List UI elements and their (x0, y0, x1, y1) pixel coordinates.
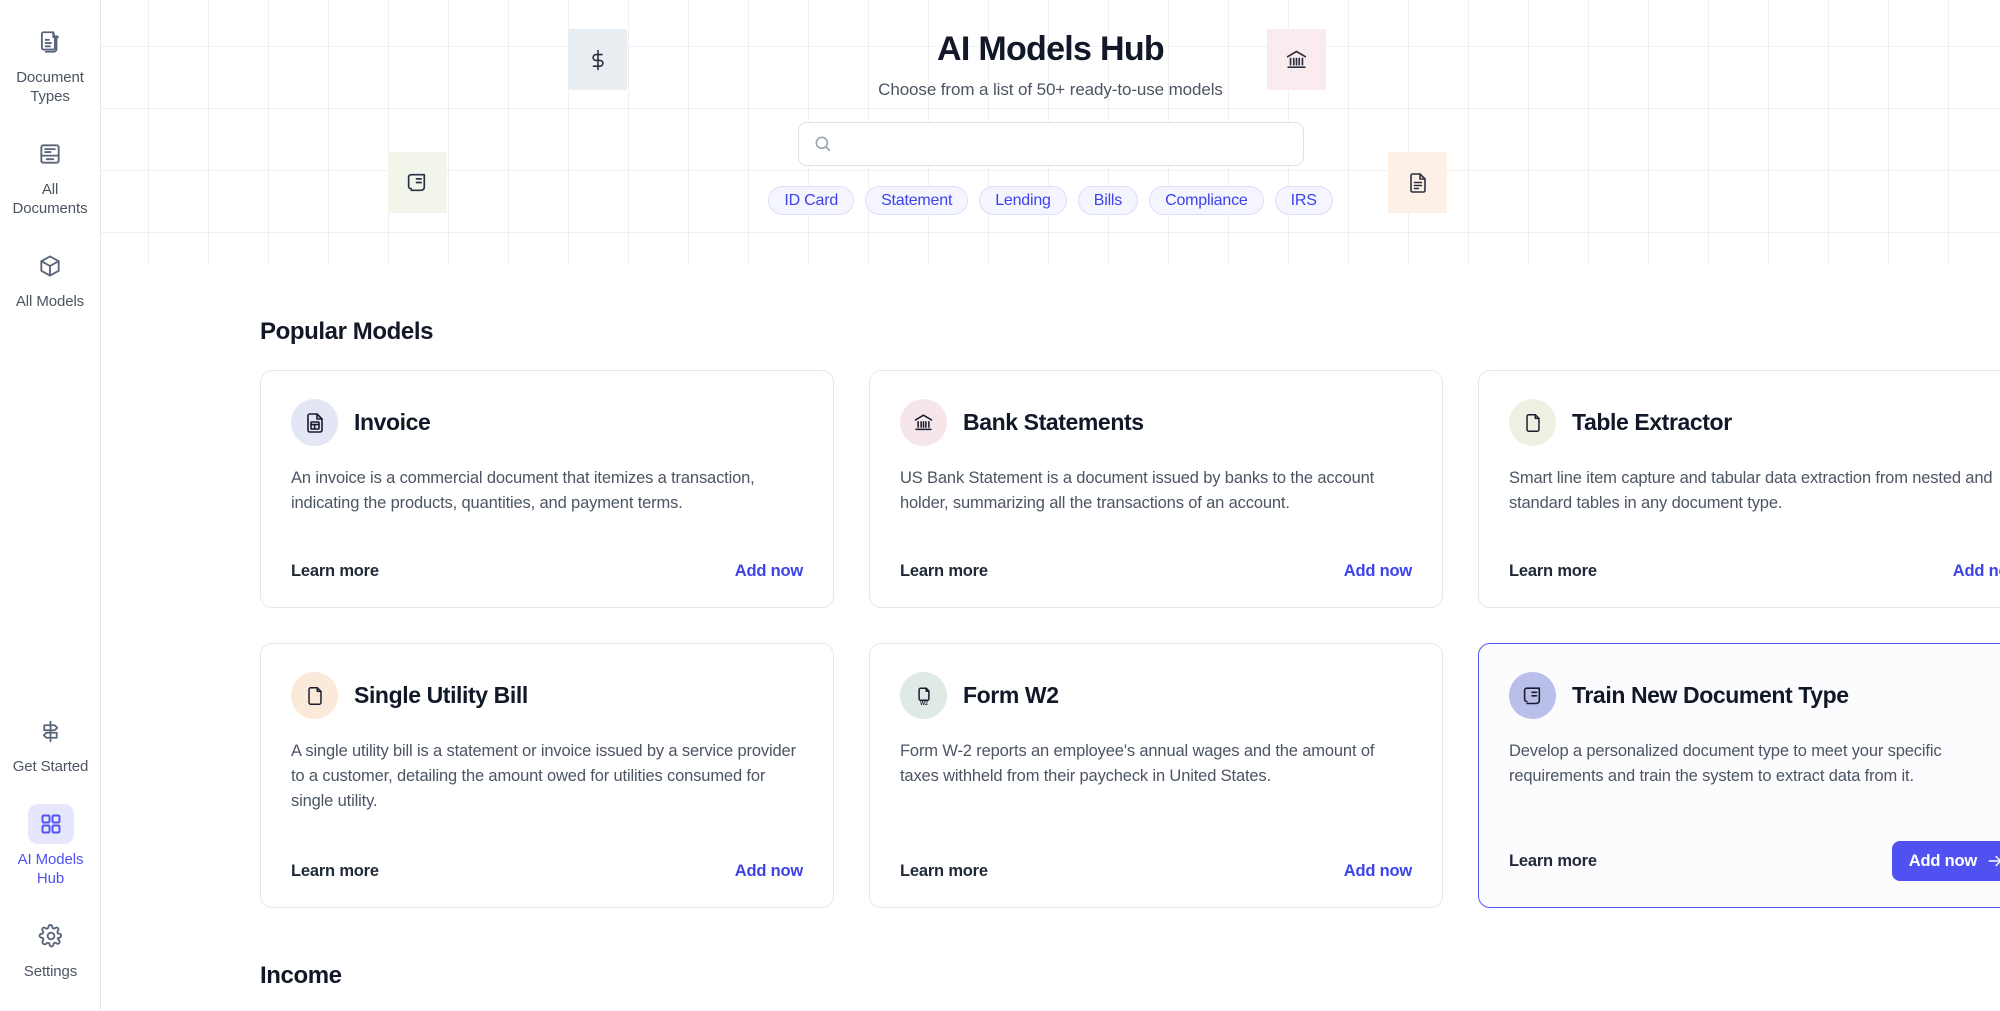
card-footer: Learn more Add now (1509, 841, 2000, 881)
models-content: Popular Models Invoice (101, 318, 2000, 1011)
card-title: Table Extractor (1572, 409, 1732, 436)
card-footer: Learn more Add now (291, 562, 803, 581)
card-description: An invoice is a commercial document that… (291, 466, 803, 516)
model-card-single-utility-bill[interactable]: Single Utility Bill A single utility bil… (260, 643, 834, 908)
search-icon (813, 134, 833, 154)
app-root: Document Types All Documents All Mod (0, 0, 2000, 1011)
all-documents-icon (27, 134, 73, 174)
add-now-link[interactable]: Add now (735, 562, 803, 581)
popular-models-grid: Invoice An invoice is a commercial docum… (101, 370, 2000, 908)
card-header: Train New Document Type (1509, 672, 2000, 719)
sidebar-item-all-models[interactable]: All Models (9, 238, 91, 317)
gear-icon (28, 916, 74, 956)
filter-chip-irs[interactable]: IRS (1275, 186, 1333, 215)
card-description: A single utility bill is a statement or … (291, 739, 803, 814)
sidebar-item-label: AI Models Hub (12, 850, 90, 888)
model-card-bank-statements[interactable]: Bank Statements US Bank Statement is a d… (869, 370, 1443, 608)
model-card-table-extractor[interactable]: Table Extractor Smart line item capture … (1478, 370, 2000, 608)
learn-more-link[interactable]: Learn more (291, 862, 379, 881)
sidebar-item-settings[interactable]: Settings (10, 908, 92, 987)
card-title: Train New Document Type (1572, 682, 1849, 709)
section-title-popular-models: Popular Models (260, 318, 2000, 346)
card-description: US Bank Statement is a document issued b… (900, 466, 1412, 516)
card-description: Develop a personalized document type to … (1509, 739, 2000, 789)
card-description: Form W-2 reports an employee's annual wa… (900, 739, 1412, 789)
model-card-invoice[interactable]: Invoice An invoice is a commercial docum… (260, 370, 834, 608)
sidebar-item-get-started[interactable]: Get Started (10, 703, 92, 782)
card-title: Single Utility Bill (354, 682, 528, 709)
sidebar-item-label: All Documents (11, 180, 89, 218)
svg-text:W2: W2 (920, 701, 928, 707)
card-footer: Learn more Add now (1509, 562, 2000, 581)
signpost-icon (28, 711, 74, 751)
invoice-icon (291, 399, 338, 446)
card-footer: Learn more Add now (900, 862, 1412, 881)
sidebar-item-label: Get Started (13, 757, 89, 776)
filter-chip-row: ID Card Statement Lending Bills Complian… (768, 186, 1332, 215)
sidebar-bottom-group: Get Started AI Models Hub (0, 703, 101, 1001)
add-now-button-label: Add now (1909, 852, 1977, 871)
document-types-icon (27, 22, 73, 62)
card-header: Bank Statements (900, 399, 1412, 446)
receipt-scroll-icon (1509, 672, 1556, 719)
model-card-form-w2[interactable]: W2 Form W2 Form W-2 reports an employee'… (869, 643, 1443, 908)
page-subtitle: Choose from a list of 50+ ready-to-use m… (878, 80, 1223, 100)
learn-more-link[interactable]: Learn more (291, 562, 379, 581)
add-now-link[interactable]: Add now (1344, 562, 1412, 581)
bank-icon (900, 399, 947, 446)
learn-more-link[interactable]: Learn more (1509, 852, 1597, 871)
filter-chip-id-card[interactable]: ID Card (768, 186, 854, 215)
add-now-button[interactable]: Add now (1892, 841, 2000, 881)
card-header: Single Utility Bill (291, 672, 803, 719)
card-title: Invoice (354, 409, 430, 436)
page-title: AI Models Hub (937, 30, 1164, 69)
card-footer: Learn more Add now (900, 562, 1412, 581)
filter-chip-compliance[interactable]: Compliance (1149, 186, 1264, 215)
sidebar-item-all-documents[interactable]: All Documents (9, 126, 91, 224)
card-title: Bank Statements (963, 409, 1144, 436)
add-now-link[interactable]: Add now (735, 862, 803, 881)
search-box[interactable] (798, 122, 1304, 166)
learn-more-link[interactable]: Learn more (900, 862, 988, 881)
card-header: Table Extractor (1509, 399, 2000, 446)
add-now-link[interactable]: Add now (1344, 862, 1412, 881)
search-input[interactable] (843, 124, 1289, 164)
learn-more-link[interactable]: Learn more (900, 562, 988, 581)
form-w2-icon: W2 (900, 672, 947, 719)
sidebar-item-label: All Models (16, 292, 84, 311)
learn-more-link[interactable]: Learn more (1509, 562, 1597, 581)
card-header: W2 Form W2 (900, 672, 1412, 719)
filter-chip-bills[interactable]: Bills (1078, 186, 1138, 215)
sidebar-item-label: Settings (24, 962, 77, 981)
card-header: Invoice (291, 399, 803, 446)
main-content: AI Models Hub Choose from a list of 50+ … (101, 0, 2000, 1011)
grid-squares-icon (28, 804, 74, 844)
sidebar-item-ai-models-hub[interactable]: AI Models Hub (10, 796, 92, 894)
model-card-train-new-document-type[interactable]: Train New Document Type Develop a person… (1478, 643, 2000, 908)
sidebar-item-document-types[interactable]: Document Types (9, 14, 91, 112)
section-title-income: Income (260, 962, 2000, 990)
filter-chip-statement[interactable]: Statement (865, 186, 968, 215)
arrow-right-icon (1986, 852, 2000, 870)
card-description: Smart line item capture and tabular data… (1509, 466, 2000, 516)
add-now-link[interactable]: Add now (1953, 562, 2000, 581)
card-footer: Learn more Add now (291, 862, 803, 881)
hero-content: AI Models Hub Choose from a list of 50+ … (101, 0, 2000, 215)
filter-chip-lending[interactable]: Lending (979, 186, 1067, 215)
sidebar-item-label: Document Types (11, 68, 89, 106)
sidebar: Document Types All Documents All Mod (0, 0, 101, 1011)
page-icon (1509, 399, 1556, 446)
card-title: Form W2 (963, 682, 1059, 709)
hero-banner: AI Models Hub Choose from a list of 50+ … (101, 0, 2000, 264)
all-models-icon (27, 246, 73, 286)
page-icon (291, 672, 338, 719)
